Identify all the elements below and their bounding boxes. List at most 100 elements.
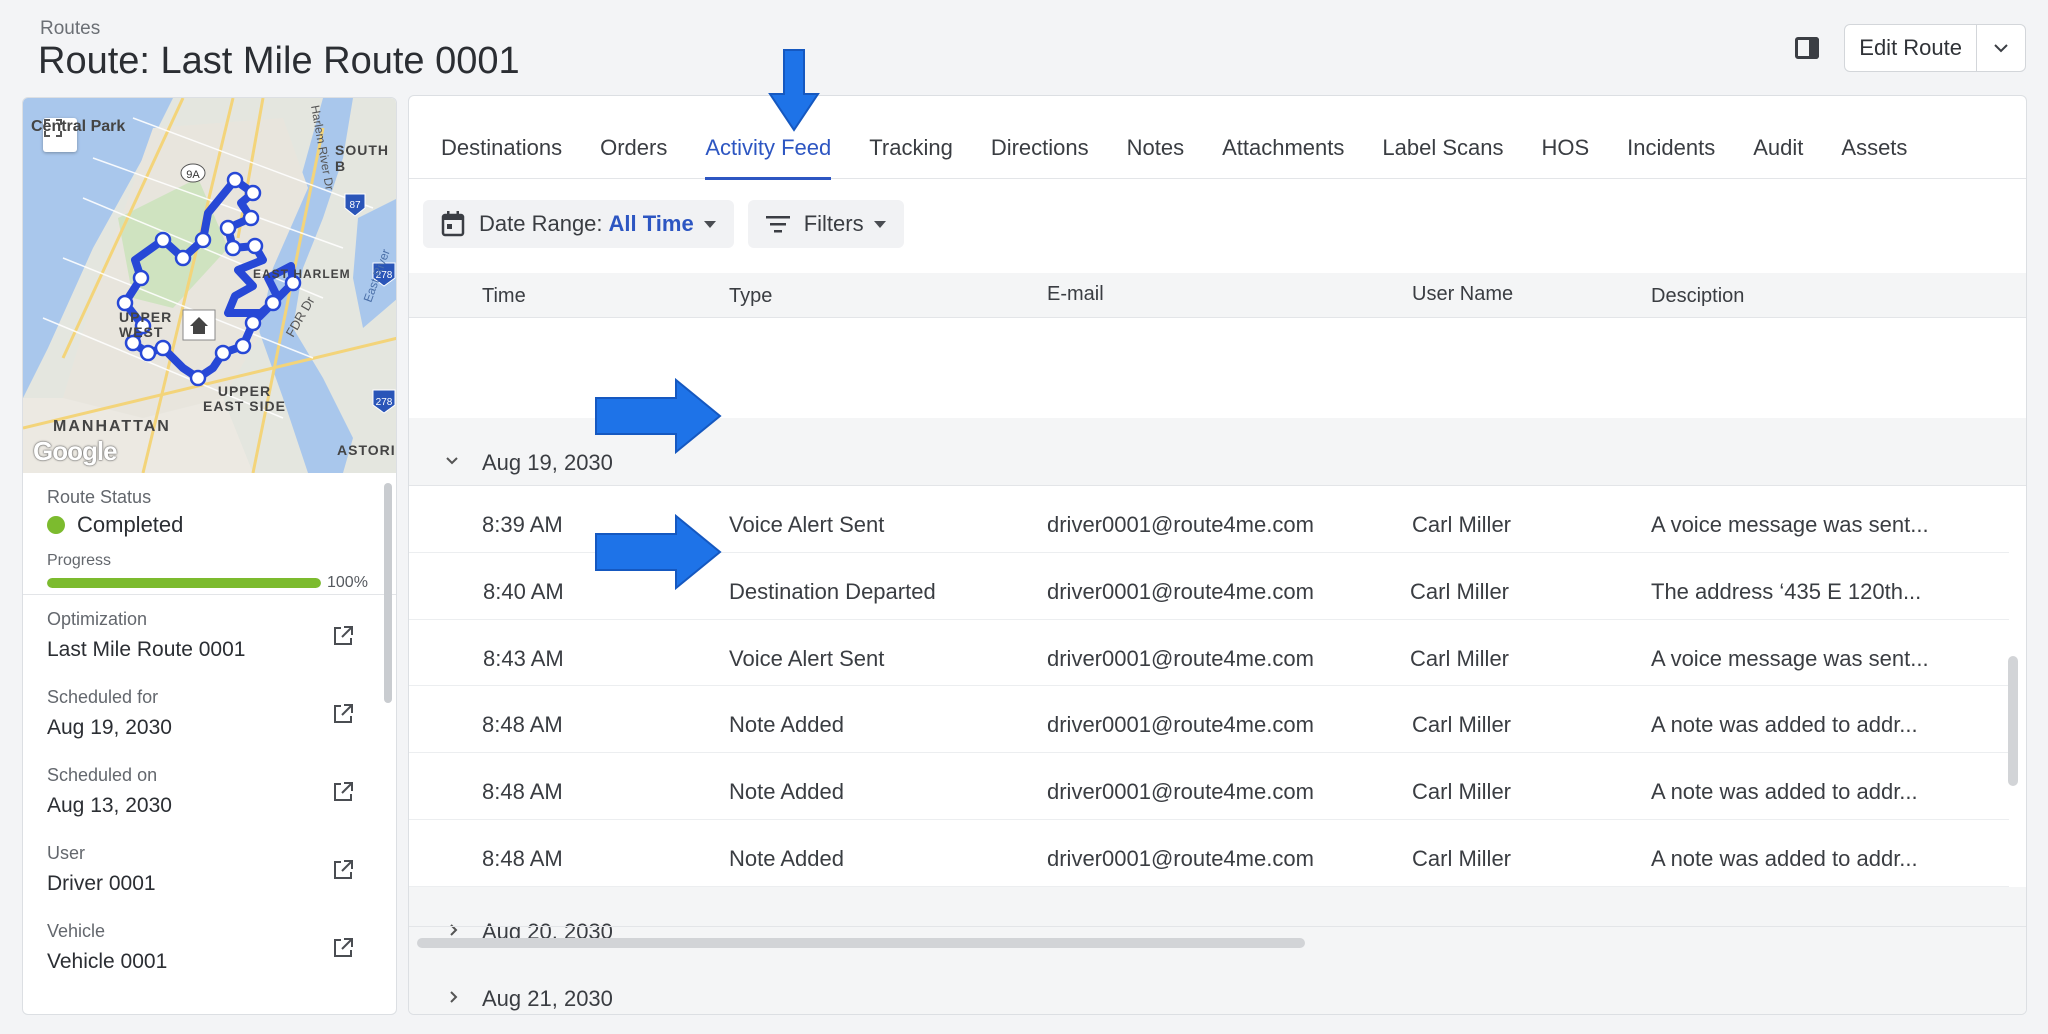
filter-icon <box>765 216 790 233</box>
svg-text:87: 87 <box>349 200 361 211</box>
route-details: Route Status Completed Progress 100% Opt… <box>23 473 396 1014</box>
grid-header: Time Type E-mail User Name Desciption <box>409 273 2026 318</box>
tab-audit[interactable]: Audit <box>1753 96 1803 179</box>
edit-route-split-button: Edit Route <box>1844 24 2026 72</box>
detail-list: Optimization Last Mile Route 0001 Schedule… <box>23 595 396 985</box>
annotation-arrow-right-icon <box>595 514 722 590</box>
svg-text:EAST HARLEM: EAST HARLEM <box>253 267 351 281</box>
route-status-label: Route Status <box>47 487 152 507</box>
horizontal-scrollbar[interactable] <box>417 938 1305 948</box>
breadcrumb[interactable]: Routes <box>40 18 100 40</box>
column-header-user-name[interactable]: User Name <box>1412 283 1513 306</box>
tab-notes[interactable]: Notes <box>1127 96 1184 179</box>
cell-email: driver0001@route4me.com <box>1047 779 1314 804</box>
cell-user: Carl Miller <box>1410 646 1509 671</box>
map-label-south-bronx: SOUTH B <box>335 142 389 174</box>
cell-time: 8:48 AM <box>482 712 563 737</box>
calendar-icon <box>441 211 465 237</box>
tab-destinations[interactable]: Destinations <box>441 96 562 179</box>
tab-orders[interactable]: Orders <box>600 96 667 179</box>
cell-email: driver0001@route4me.com <box>1047 846 1314 871</box>
external-link-icon[interactable] <box>332 859 354 881</box>
cell-desc: A voice message was sent... <box>1651 646 1929 671</box>
page-title: Route: Last Mile Route 0001 <box>38 40 520 82</box>
cell-email: driver0001@route4me.com <box>1047 646 1314 671</box>
map-label-upper-east: UPPER EAST SIDE <box>203 383 286 414</box>
cell-user: Carl Miller <box>1412 779 1511 804</box>
table-row[interactable]: 8:48 AM Note Added driver0001@route4me.com… <box>409 753 2009 820</box>
chevron-right-icon[interactable] <box>449 990 459 1004</box>
svg-text:9A: 9A <box>186 169 200 181</box>
grid-footer-divider <box>409 926 2026 927</box>
progress-label: Progress <box>47 552 112 569</box>
table-row[interactable]: 8:43 AM Voice Alert Sent driver0001@route4… <box>409 620 2009 686</box>
tab-hos[interactable]: HOS <box>1541 96 1589 179</box>
cell-time: 8:39 AM <box>482 512 563 537</box>
tab-bar: Destinations Orders Activity Feed Tracking D… <box>409 96 2026 180</box>
status-dot-icon <box>47 516 65 534</box>
grid-toolbar: Date Range: All Time Filters <box>423 200 918 248</box>
cell-time: 8:40 AM <box>483 579 564 604</box>
cell-type: Note Added <box>729 846 844 871</box>
column-header-email[interactable]: E-mail <box>1047 283 1104 306</box>
detail-item-scheduled-on: Scheduled on Aug 13, 2030 <box>23 751 396 829</box>
tab-directions[interactable]: Directions <box>991 96 1089 179</box>
cell-type: Note Added <box>729 712 844 737</box>
cell-user: Carl Miller <box>1410 579 1509 604</box>
route-summary-panel: 9A 87 278 278 Harlem River Dr East River… <box>22 97 397 1015</box>
cell-desc: A voice message was sent... <box>1651 512 1929 537</box>
annotation-arrow-down-icon <box>768 49 820 132</box>
cell-user: Carl Miller <box>1412 712 1511 737</box>
group-row[interactable]: Aug 21, 2030 <box>409 954 2026 1014</box>
top-actions: Edit Route <box>1792 24 2026 72</box>
tab-tracking[interactable]: Tracking <box>869 96 953 179</box>
map-label-park: Central Park <box>31 118 126 135</box>
cell-desc: A note was added to addr... <box>1651 712 1918 737</box>
tab-label-scans[interactable]: Label Scans <box>1382 96 1503 179</box>
external-link-icon[interactable] <box>332 937 354 959</box>
filters-button[interactable]: Filters <box>747 200 904 248</box>
caret-down-icon <box>703 220 716 228</box>
date-range-value: All Time <box>608 211 694 236</box>
tab-attachments[interactable]: Attachments <box>1222 96 1344 179</box>
svg-text:278: 278 <box>376 397 393 408</box>
cell-type: Destination Departed <box>729 579 936 604</box>
panel-toggle-icon[interactable] <box>1792 33 1822 63</box>
column-header-description[interactable]: Desciption <box>1651 285 1744 308</box>
cell-email: driver0001@route4me.com <box>1047 512 1314 537</box>
map-label-astoria: ASTORIA <box>337 442 396 458</box>
group-label: Aug 21, 2030 <box>482 986 613 1011</box>
cell-desc: A note was added to addr... <box>1651 779 1918 804</box>
external-link-icon[interactable] <box>332 625 354 647</box>
table-row[interactable]: 8:48 AM Note Added driver0001@route4me.com… <box>409 820 2009 887</box>
chevron-down-icon[interactable] <box>445 456 459 466</box>
column-header-time[interactable]: Time <box>482 285 526 308</box>
detail-item-vehicle: Vehicle Vehicle 0001 <box>23 907 396 985</box>
cell-user: Carl Miller <box>1412 846 1511 871</box>
route-status-value: Completed <box>77 512 184 537</box>
external-link-icon[interactable] <box>332 781 354 803</box>
edit-route-button[interactable]: Edit Route <box>1845 25 1977 71</box>
edit-route-dropdown[interactable] <box>1977 25 2025 71</box>
external-link-icon[interactable] <box>332 703 354 725</box>
cell-type: Voice Alert Sent <box>729 512 885 537</box>
vertical-scrollbar[interactable] <box>2008 656 2018 786</box>
route-map[interactable]: 9A 87 278 278 Harlem River Dr East River… <box>23 98 396 473</box>
date-range-button[interactable]: Date Range: All Time <box>423 200 734 248</box>
tab-incidents[interactable]: Incidents <box>1627 96 1715 179</box>
annotation-arrow-right-icon <box>595 378 722 454</box>
detail-item-optimization: Optimization Last Mile Route 0001 <box>23 595 396 673</box>
table-row[interactable]: 8:48 AM Note Added driver0001@route4me.com… <box>409 686 2009 753</box>
cell-email: driver0001@route4me.com <box>1047 579 1314 604</box>
cell-time: 8:43 AM <box>483 646 564 671</box>
detail-item-user: User Driver 0001 <box>23 829 396 907</box>
map-label-manhattan: MANHATTAN <box>53 418 171 435</box>
progress-value: 100% <box>327 574 368 591</box>
tab-assets[interactable]: Assets <box>1841 96 1907 179</box>
cell-time: 8:48 AM <box>482 846 563 871</box>
column-header-type[interactable]: Type <box>729 285 772 308</box>
filters-label: Filters <box>803 211 864 236</box>
map-label-upper-west: UPPER WEST <box>119 309 173 340</box>
progress-fill <box>47 578 321 588</box>
cell-user: Carl Miller <box>1412 512 1511 537</box>
